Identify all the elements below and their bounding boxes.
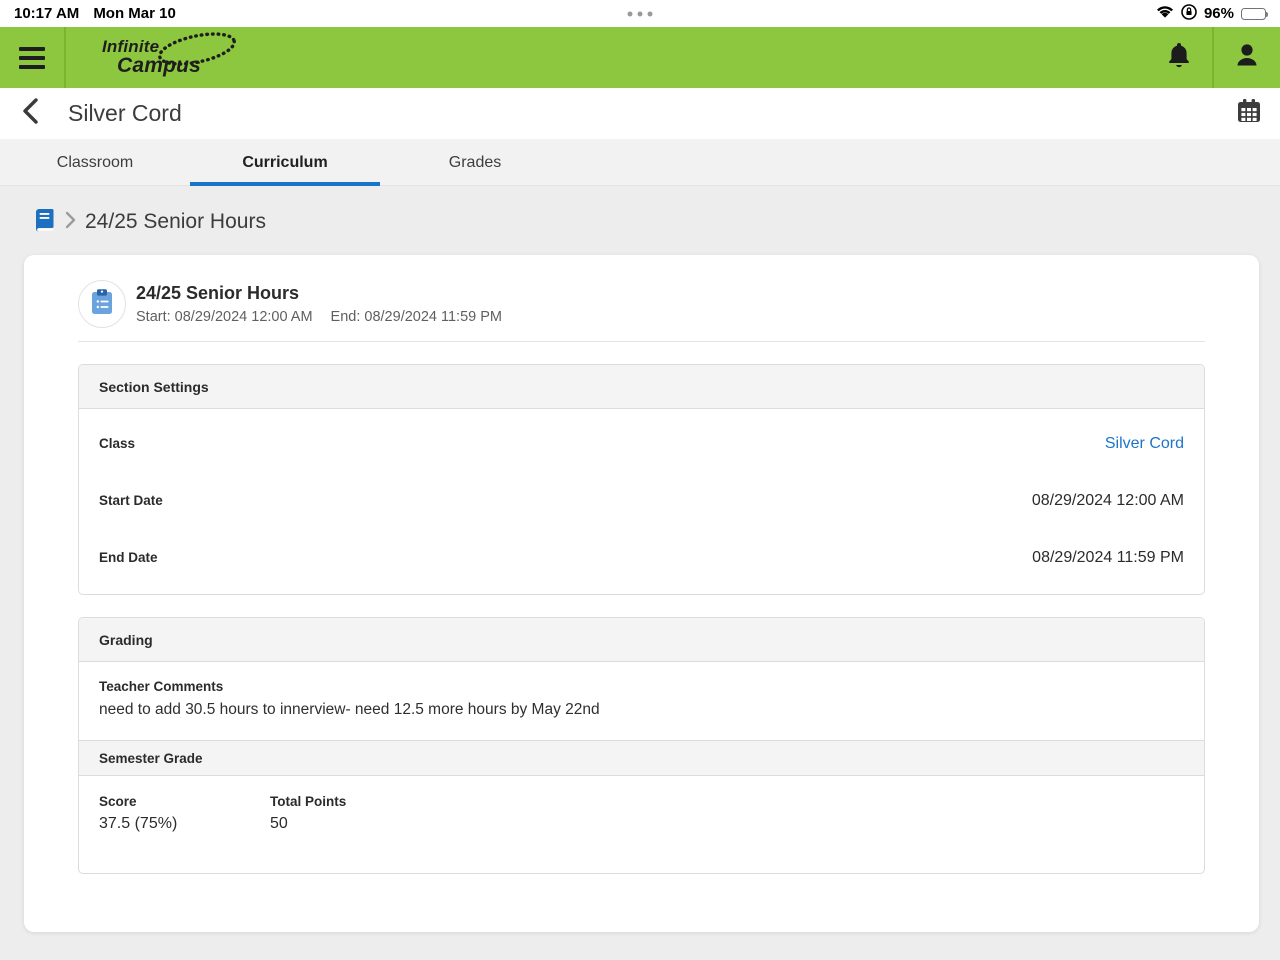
assignment-title: 24/25 Senior Hours xyxy=(136,283,300,303)
semester-grade-body: Score 37.5 (75%) Total Points 50 xyxy=(79,776,1204,873)
breadcrumb-item: 24/25 Senior Hours xyxy=(85,210,266,233)
multitasking-indicator-icon xyxy=(627,11,653,16)
status-left: 10:17 AM Mon Mar 10 xyxy=(14,5,176,22)
grading-header: Grading xyxy=(79,618,1204,662)
back-chevron-icon xyxy=(21,98,39,129)
breadcrumb: 24/25 Senior Hours xyxy=(33,206,1280,238)
total-points-label: Total Points xyxy=(270,794,347,809)
logo-text-line2: Campus xyxy=(117,53,202,77)
total-points-value: 50 xyxy=(270,815,288,832)
status-right: 96% xyxy=(1156,3,1268,24)
bell-icon xyxy=(1166,41,1192,74)
grading-panel: Grading Teacher Comments need to add 30.… xyxy=(78,617,1205,874)
infinite-campus-logo: Infinite Campus xyxy=(96,31,236,81)
back-button[interactable] xyxy=(0,88,60,140)
teacher-comments-text: need to add 30.5 hours to innerview- nee… xyxy=(99,701,600,718)
app-header: Infinite Campus xyxy=(0,27,1280,88)
app-screen: 10:17 AM Mon Mar 10 96% Infinite Campus … xyxy=(0,0,1280,960)
total-points-column: Total Points 50 xyxy=(270,794,441,833)
end-date-label: End Date xyxy=(99,550,158,565)
section-settings-header: Section Settings xyxy=(79,365,1204,409)
account-button[interactable] xyxy=(1214,27,1280,88)
clipboard-icon xyxy=(90,288,114,321)
score-value: 37.5 (75%) xyxy=(99,815,178,832)
teacher-comments-label: Teacher Comments xyxy=(99,679,224,694)
section-settings-panel: Section Settings Class Silver Cord Start… xyxy=(78,364,1205,595)
orientation-lock-icon xyxy=(1181,3,1197,24)
calendar-button[interactable] xyxy=(1218,88,1280,140)
assignment-avatar xyxy=(78,280,126,328)
class-label: Class xyxy=(99,436,136,451)
course-book-icon[interactable] xyxy=(33,208,56,237)
status-date: Mon Mar 10 xyxy=(93,5,176,22)
score-column: Score 37.5 (75%) xyxy=(99,794,270,833)
assignment-header: 24/25 Senior Hours Start: 08/29/2024 12:… xyxy=(78,255,1205,337)
status-bar: 10:17 AM Mon Mar 10 96% xyxy=(0,0,1280,27)
status-time: 10:17 AM xyxy=(14,5,80,22)
assignment-dates: Start: 08/29/2024 12:00 AM End: 08/29/20… xyxy=(136,309,502,325)
tab-curriculum[interactable]: Curriculum xyxy=(190,140,380,186)
tab-classroom[interactable]: Classroom xyxy=(0,140,190,186)
hamburger-icon xyxy=(19,46,45,69)
notifications-button[interactable] xyxy=(1146,27,1212,88)
header-rule xyxy=(78,341,1205,342)
wifi-icon xyxy=(1156,5,1174,22)
tab-bar: Classroom Curriculum Grades xyxy=(0,140,1280,186)
assignment-end: End: 08/29/2024 11:59 PM xyxy=(330,309,502,325)
breadcrumb-chevron-icon xyxy=(65,211,76,234)
assignment-text-block: 24/25 Senior Hours Start: 08/29/2024 12:… xyxy=(136,283,502,325)
person-icon xyxy=(1233,41,1261,74)
assignment-card: 24/25 Senior Hours Start: 08/29/2024 12:… xyxy=(24,255,1259,932)
battery-icon xyxy=(1241,7,1268,20)
setting-row-start-date: Start Date 08/29/2024 12:00 AM xyxy=(99,472,1184,529)
start-date-value: 08/29/2024 12:00 AM xyxy=(1031,491,1184,509)
battery-percent: 96% xyxy=(1203,5,1234,22)
assignment-start: Start: 08/29/2024 12:00 AM xyxy=(136,309,313,325)
menu-button[interactable] xyxy=(0,27,66,88)
teacher-comments-section: Teacher Comments need to add 30.5 hours … xyxy=(79,662,1204,740)
nav-bar: Silver Cord xyxy=(0,88,1280,140)
section-settings-body: Class Silver Cord Start Date 08/29/2024 … xyxy=(79,409,1204,594)
score-label: Score xyxy=(99,794,137,809)
calendar-icon xyxy=(1236,98,1262,129)
end-date-value: 08/29/2024 11:59 PM xyxy=(1032,548,1184,566)
tab-grades[interactable]: Grades xyxy=(380,140,570,186)
class-value-link[interactable]: Silver Cord xyxy=(1105,435,1184,453)
setting-row-class: Class Silver Cord xyxy=(99,415,1184,472)
start-date-label: Start Date xyxy=(99,493,163,508)
content-area: 24/25 Senior Hours 24/25 Senior Hours St… xyxy=(0,186,1280,960)
page-title: Silver Cord xyxy=(68,100,182,126)
setting-row-end-date: End Date 08/29/2024 11:59 PM xyxy=(99,529,1184,586)
semester-grade-header: Semester Grade xyxy=(79,740,1204,776)
